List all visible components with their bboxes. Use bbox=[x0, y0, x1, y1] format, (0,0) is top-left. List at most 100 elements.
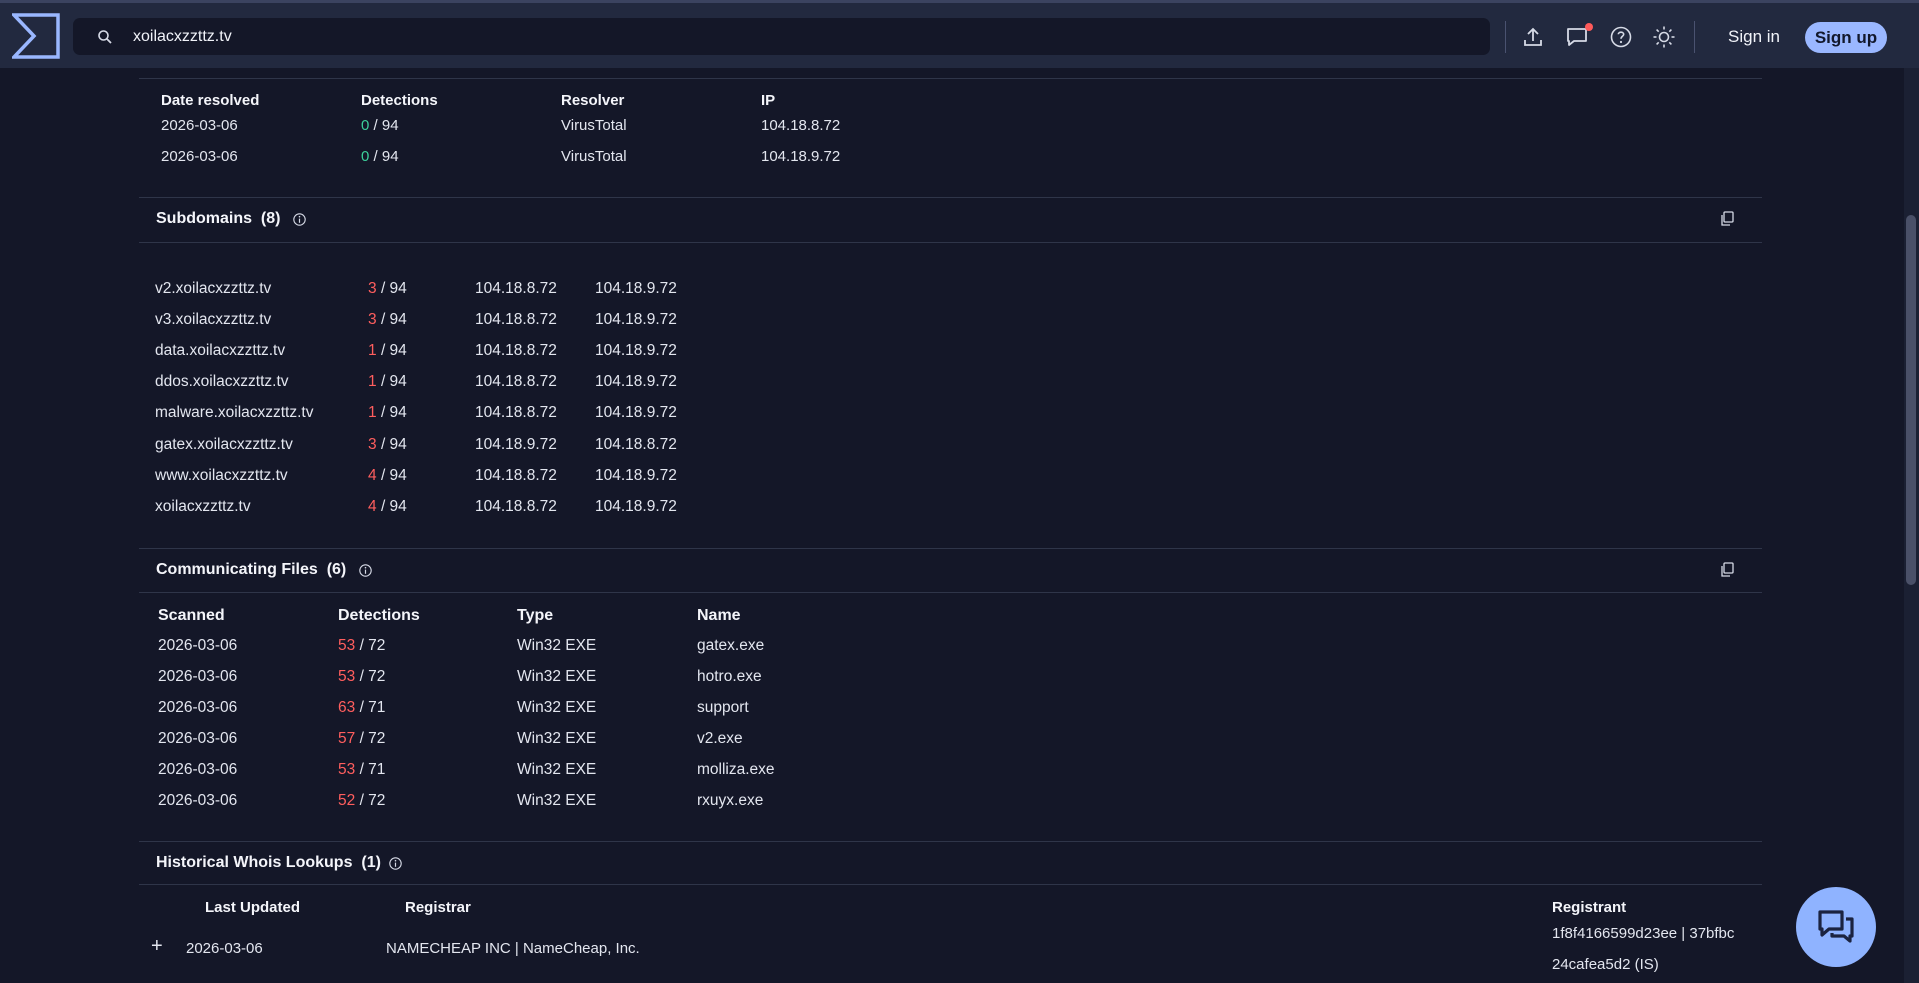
subdomain-row-ip2[interactable]: 104.18.9.72 bbox=[595, 467, 677, 485]
detection-count: 57 bbox=[338, 730, 356, 747]
upload-icon[interactable] bbox=[1521, 25, 1545, 49]
file-row-name[interactable]: molliza.exe bbox=[697, 761, 775, 779]
detection-count: 1 bbox=[368, 342, 377, 359]
subdomain-row-ip1[interactable]: 104.18.8.72 bbox=[475, 373, 557, 391]
subdomain-ip[interactable]: 104.18.8.72 bbox=[475, 342, 557, 359]
section-count: (1) bbox=[361, 854, 381, 871]
subdomain-row-ip2[interactable]: 104.18.9.72 bbox=[595, 342, 677, 360]
subdomain-row-name[interactable]: xoilacxzzttz.tv bbox=[155, 498, 251, 516]
subdomain-ip[interactable]: 104.18.9.72 bbox=[595, 498, 677, 515]
subdomain-ip[interactable]: 104.18.9.72 bbox=[595, 342, 677, 359]
search-input[interactable] bbox=[133, 18, 1433, 55]
info-icon[interactable] bbox=[293, 213, 306, 226]
subdomain-ip[interactable]: 104.18.9.72 bbox=[595, 373, 677, 390]
file-name[interactable]: support bbox=[697, 699, 749, 716]
help-icon[interactable] bbox=[1609, 25, 1633, 49]
subdomain-row-ip1[interactable]: 104.18.8.72 bbox=[475, 404, 557, 422]
file-row-name[interactable]: v2.exe bbox=[697, 730, 743, 748]
subdomain-row-ip1[interactable]: 104.18.8.72 bbox=[475, 311, 557, 329]
resolution-ip[interactable]: 104.18.9.72 bbox=[761, 148, 840, 165]
subdomain-row-ip2[interactable]: 104.18.9.72 bbox=[595, 311, 677, 329]
copy-icon[interactable] bbox=[1720, 562, 1734, 577]
subdomain-ip[interactable]: 104.18.9.72 bbox=[595, 280, 677, 297]
subdomain-ip[interactable]: 104.18.9.72 bbox=[595, 467, 677, 484]
copy-icon[interactable] bbox=[1720, 211, 1734, 226]
subdomain-row-name[interactable]: v2.xoilacxzzttz.tv bbox=[155, 280, 271, 298]
subdomain-row-ip1[interactable]: 104.18.8.72 bbox=[475, 280, 557, 298]
subdomain-name[interactable]: v2.xoilacxzzttz.tv bbox=[155, 280, 271, 297]
subdomain-row-name[interactable]: data.xoilacxzzttz.tv bbox=[155, 342, 285, 360]
signin-button[interactable]: Sign in bbox=[1714, 24, 1794, 50]
file-scanned-date: 2026-03-06 bbox=[158, 792, 238, 809]
support-chat-button[interactable] bbox=[1796, 887, 1876, 967]
subdomain-row-detections: 3 / 94 bbox=[368, 311, 407, 329]
subdomain-row-ip2[interactable]: 104.18.9.72 bbox=[595, 404, 677, 422]
logo-icon[interactable] bbox=[12, 13, 60, 59]
file-row-name[interactable]: gatex.exe bbox=[697, 637, 764, 655]
subdomain-name[interactable]: malware.xoilacxzzttz.tv bbox=[155, 404, 313, 421]
subdomain-row-ip2[interactable]: 104.18.9.72 bbox=[595, 280, 677, 298]
file-name[interactable]: v2.exe bbox=[697, 730, 743, 747]
scrollbar-thumb[interactable] bbox=[1906, 215, 1916, 585]
detection-total: / 94 bbox=[380, 311, 407, 328]
subdomain-ip[interactable]: 104.18.8.72 bbox=[475, 280, 557, 297]
subdomains-section-title: Subdomains (8) bbox=[156, 210, 280, 228]
subdomain-row-name[interactable]: v3.xoilacxzzttz.tv bbox=[155, 311, 271, 329]
subdomain-row-ip2[interactable]: 104.18.9.72 bbox=[595, 498, 677, 516]
file-name[interactable]: molliza.exe bbox=[697, 761, 775, 778]
section-divider bbox=[139, 197, 1762, 198]
subdomain-ip[interactable]: 104.18.8.72 bbox=[475, 311, 557, 328]
subdomain-row-ip1[interactable]: 104.18.8.72 bbox=[475, 342, 557, 360]
file-row-type: Win32 EXE bbox=[517, 637, 596, 655]
subdomain-row-ip2[interactable]: 104.18.8.72 bbox=[595, 436, 677, 454]
subdomain-row-ip1[interactable]: 104.18.8.72 bbox=[475, 467, 557, 485]
subdomain-name[interactable]: data.xoilacxzzttz.tv bbox=[155, 342, 285, 359]
subdomain-row-name[interactable]: malware.xoilacxzzttz.tv bbox=[155, 404, 313, 422]
subdomain-row-ip1[interactable]: 104.18.9.72 bbox=[475, 436, 557, 454]
file-type: Win32 EXE bbox=[517, 761, 597, 778]
subdomain-row-ip2[interactable]: 104.18.9.72 bbox=[595, 373, 677, 391]
search-bar[interactable] bbox=[73, 18, 1490, 55]
theme-icon[interactable] bbox=[1652, 25, 1676, 49]
file-name[interactable]: gatex.exe bbox=[697, 637, 764, 654]
file-row-name[interactable]: hotro.exe bbox=[697, 668, 762, 686]
col-registrant: Registrant bbox=[1552, 899, 1627, 916]
detection-count: 1 bbox=[368, 404, 377, 421]
file-row-detections: 52 / 72 bbox=[338, 792, 385, 810]
subdomain-name[interactable]: ddos.xoilacxzzttz.tv bbox=[155, 373, 289, 390]
subdomain-row-name[interactable]: ddos.xoilacxzzttz.tv bbox=[155, 373, 289, 391]
subdomain-ip[interactable]: 104.18.9.72 bbox=[595, 404, 677, 421]
detection-count: 53 bbox=[338, 637, 356, 654]
subdomain-ip[interactable]: 104.18.8.72 bbox=[595, 436, 677, 453]
subdomain-ip[interactable]: 104.18.8.72 bbox=[475, 404, 557, 421]
section-title: Subdomains bbox=[156, 210, 253, 227]
subdomain-ip[interactable]: 104.18.9.72 bbox=[595, 311, 677, 328]
subdomain-name[interactable]: gatex.xoilacxzzttz.tv bbox=[155, 436, 293, 453]
file-row-name[interactable]: rxuyx.exe bbox=[697, 792, 763, 810]
info-icon[interactable] bbox=[359, 564, 372, 577]
subdomain-ip[interactable]: 104.18.8.72 bbox=[475, 498, 557, 515]
subdomain-ip[interactable]: 104.18.8.72 bbox=[475, 467, 557, 484]
subdomain-row-name[interactable]: gatex.xoilacxzzttz.tv bbox=[155, 436, 293, 454]
subdomain-name[interactable]: www.xoilacxzzttz.tv bbox=[155, 467, 288, 484]
info-icon[interactable] bbox=[389, 857, 402, 870]
file-name[interactable]: rxuyx.exe bbox=[697, 792, 763, 809]
subdomain-row-detections: 1 / 94 bbox=[368, 342, 407, 360]
subdomain-name[interactable]: xoilacxzzttz.tv bbox=[155, 498, 251, 515]
resolution-ip[interactable]: 104.18.8.72 bbox=[761, 117, 840, 134]
file-row-detections: 53 / 71 bbox=[338, 761, 385, 779]
file-row-name[interactable]: support bbox=[697, 699, 749, 717]
subdomain-row-ip1[interactable]: 104.18.8.72 bbox=[475, 498, 557, 516]
subdomain-ip[interactable]: 104.18.9.72 bbox=[475, 436, 557, 453]
file-name[interactable]: hotro.exe bbox=[697, 668, 762, 685]
detection-count: 3 bbox=[368, 436, 377, 453]
subdomain-ip[interactable]: 104.18.8.72 bbox=[475, 373, 557, 390]
file-row-date: 2026-03-06 bbox=[158, 637, 237, 655]
detection-total: / 94 bbox=[380, 498, 407, 515]
subdomain-row-name[interactable]: www.xoilacxzzttz.tv bbox=[155, 467, 288, 485]
whois-section-title: Historical Whois Lookups (1) bbox=[156, 854, 381, 872]
subdomain-name[interactable]: v3.xoilacxzzttz.tv bbox=[155, 311, 271, 328]
signup-button[interactable]: Sign up bbox=[1805, 22, 1887, 53]
expand-row-button[interactable]: + bbox=[151, 935, 163, 958]
detection-total: / 94 bbox=[380, 342, 407, 359]
